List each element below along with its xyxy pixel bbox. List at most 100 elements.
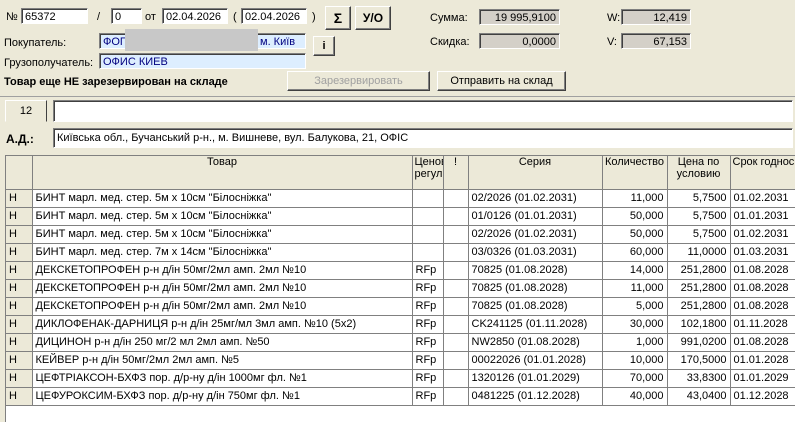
cell-price[interactable]: 251,2800 [667, 297, 731, 316]
cell-product[interactable]: БИНТ марл. мед. стер. 5м х 10см "Білосні… [32, 207, 413, 226]
doc-number-field[interactable]: 65372 [21, 8, 88, 24]
cell-price-regulation[interactable] [412, 225, 444, 244]
col-header-price-regulation[interactable]: Ценов регул [412, 156, 444, 190]
table-row[interactable]: Н ДЕКСКЕТОПРОФЕН р-н д/ін 50мг/2мл амп. 2… [6, 279, 795, 298]
cell-expiry[interactable]: 01.01.2031 [730, 207, 795, 226]
cell-flag[interactable]: Н [6, 207, 33, 226]
cell-price-regulation[interactable] [412, 207, 444, 226]
cell-price-regulation[interactable]: RFp [412, 351, 444, 370]
cell-product[interactable]: ДЕКСКЕТОПРОФЕН р-н д/ін 50мг/2мл амп. 2м… [32, 279, 413, 298]
col-header-product[interactable]: Товар [32, 156, 413, 190]
cell-price[interactable]: 5,7500 [667, 189, 731, 208]
cell-quantity[interactable]: 70,000 [602, 369, 668, 388]
cell-quantity[interactable]: 40,000 [602, 387, 668, 406]
cell-series[interactable]: 70825 (01.08.2028) [468, 261, 603, 280]
cell-flag[interactable]: Н [6, 279, 33, 298]
cell-quantity[interactable]: 1,000 [602, 333, 668, 352]
table-row[interactable]: Н БИНТ марл. мед. стер. 5м х 10см "Білосн… [6, 225, 795, 244]
table-row[interactable]: Н ДИКЛОФЕНАК-ДАРНИЦЯ р-н д/ін 25мг/мл 3мл… [6, 315, 795, 334]
cell-expiry[interactable]: 01.01.2028 [730, 351, 795, 370]
col-header-price[interactable]: Цена по условию [667, 156, 731, 190]
cell-expiry[interactable]: 01.02.2031 [730, 189, 795, 208]
col-header-quantity[interactable]: Количество [602, 156, 668, 190]
cell-series[interactable]: 1320126 (01.01.2029) [468, 369, 603, 388]
cell-expiry[interactable]: 01.11.2028 [730, 315, 795, 334]
cell-expiry[interactable]: 01.08.2028 [730, 261, 795, 280]
cell-expiry[interactable]: 01.08.2028 [730, 297, 795, 316]
cell-exclamation[interactable] [443, 189, 469, 208]
cell-series[interactable]: 00022026 (01.01.2028) [468, 351, 603, 370]
cell-product[interactable]: КЕЙВЕР р-н д/ін 50мг/2мл 2мл амп. №5 [32, 351, 413, 370]
cell-price[interactable]: 251,2800 [667, 261, 731, 280]
cell-series[interactable]: 02/2026 (01.02.2031) [468, 189, 603, 208]
cell-quantity[interactable]: 14,000 [602, 261, 668, 280]
cell-product[interactable]: ДЕКСКЕТОПРОФЕН р-н д/ін 50мг/2мл амп. 2м… [32, 297, 413, 316]
cell-price-regulation[interactable]: RFp [412, 369, 444, 388]
col-header-series[interactable]: Серия [468, 156, 603, 190]
cell-expiry[interactable]: 01.01.2029 [730, 369, 795, 388]
address-field[interactable]: Київська обл., Бучанський р-н., м. Вишне… [53, 128, 793, 148]
reserve-button[interactable]: Зарезервировать [287, 71, 430, 91]
table-row[interactable]: Н КЕЙВЕР р-н д/ін 50мг/2мл 2мл амп. №5 RFp… [6, 351, 795, 370]
cell-flag[interactable]: Н [6, 315, 33, 334]
cell-quantity[interactable]: 50,000 [602, 207, 668, 226]
table-row[interactable]: Н ЦЕФТРІАКСОН-БХФЗ пор. д/р-ну д/ін 1000м… [6, 369, 795, 388]
sigma-button[interactable]: Σ [325, 6, 351, 30]
cell-price[interactable]: 33,8300 [667, 369, 731, 388]
cell-flag[interactable]: Н [6, 261, 33, 280]
cell-exclamation[interactable] [443, 279, 469, 298]
consignee-field[interactable]: ОФИС КИЕВ [99, 53, 306, 69]
cell-flag[interactable]: Н [6, 225, 33, 244]
cell-flag[interactable]: Н [6, 297, 33, 316]
cell-price-regulation[interactable]: RFp [412, 387, 444, 406]
cell-flag[interactable]: Н [6, 243, 33, 262]
table-row[interactable]: Н ДЕКСКЕТОПРОФЕН р-н д/ін 50мг/2мл амп. 2… [6, 297, 795, 316]
cell-expiry[interactable]: 01.02.2031 [730, 225, 795, 244]
cell-price[interactable]: 5,7500 [667, 225, 731, 244]
cell-exclamation[interactable] [443, 351, 469, 370]
cell-series[interactable]: CK241125 (01.11.2028) [468, 315, 603, 334]
table-row[interactable]: Н ДЕКСКЕТОПРОФЕН р-н д/ін 50мг/2мл амп. 2… [6, 261, 795, 280]
table-row[interactable]: Н ЦЕФУРОКСИМ-БХФЗ пор. д/р-ну д/ін 750мг … [6, 387, 795, 406]
cell-quantity[interactable]: 30,000 [602, 315, 668, 334]
cell-series[interactable]: 01/0126 (01.01.2031) [468, 207, 603, 226]
cell-series[interactable]: 0481225 (01.12.2028) [468, 387, 603, 406]
cell-product[interactable]: ДИЦИНОН р-н д/ін 250 мг/2 мл 2мл амп. №5… [32, 333, 413, 352]
cell-quantity[interactable]: 50,000 [602, 225, 668, 244]
cell-product[interactable]: БИНТ марл. мед. стер. 5м х 10см "Білосні… [32, 225, 413, 244]
cell-product[interactable]: БИНТ марл. мед. стер. 5м х 10см "Білосні… [32, 189, 413, 208]
cell-price-regulation[interactable]: RFp [412, 261, 444, 280]
cell-flag[interactable]: Н [6, 333, 33, 352]
cell-exclamation[interactable] [443, 387, 469, 406]
col-header-flag[interactable] [6, 156, 33, 190]
cell-exclamation[interactable] [443, 315, 469, 334]
cell-exclamation[interactable] [443, 297, 469, 316]
cell-series[interactable]: 02/2026 (01.02.2031) [468, 225, 603, 244]
cell-exclamation[interactable] [443, 207, 469, 226]
cell-price[interactable]: 251,2800 [667, 279, 731, 298]
cell-quantity[interactable]: 11,000 [602, 279, 668, 298]
buyer-info-button[interactable]: i [313, 36, 335, 56]
cell-flag[interactable]: Н [6, 189, 33, 208]
cell-price-regulation[interactable] [412, 243, 444, 262]
cell-price-regulation[interactable]: RFp [412, 279, 444, 298]
cell-quantity[interactable]: 10,000 [602, 351, 668, 370]
cell-product[interactable]: ЦЕФТРІАКСОН-БХФЗ пор. д/р-ну д/ін 1000мг… [32, 369, 413, 388]
cell-series[interactable]: 03/0326 (01.03.2031) [468, 243, 603, 262]
cell-product[interactable]: ДИКЛОФЕНАК-ДАРНИЦЯ р-н д/ін 25мг/мл 3мл … [32, 315, 413, 334]
col-header-exclamation[interactable]: ! [443, 156, 469, 190]
cell-quantity[interactable]: 5,000 [602, 297, 668, 316]
cell-product[interactable]: БИНТ марл. мед. стер. 7м х 14см "Білосні… [32, 243, 413, 262]
uo-button[interactable]: У/О [355, 6, 391, 30]
table-row[interactable]: Н БИНТ марл. мед. стер. 5м х 10см "Білосн… [6, 207, 795, 226]
cell-exclamation[interactable] [443, 225, 469, 244]
table-row[interactable]: Н ДИЦИНОН р-н д/ін 250 мг/2 мл 2мл амп. №… [6, 333, 795, 352]
cell-series[interactable]: 70825 (01.08.2028) [468, 297, 603, 316]
table-row[interactable]: Н БИНТ марл. мед. стер. 7м х 14см "Білосн… [6, 243, 795, 262]
tab-12[interactable]: 12 [5, 100, 47, 122]
cell-price[interactable]: 5,7500 [667, 207, 731, 226]
items-grid[interactable]: Товар Ценов регул ! Серия Количество Цен… [5, 155, 795, 422]
cell-product[interactable]: ДЕКСКЕТОПРОФЕН р-н д/ін 50мг/2мл амп. 2м… [32, 261, 413, 280]
cell-price-regulation[interactable]: RFp [412, 333, 444, 352]
cell-series[interactable]: NW2850 (01.08.2028) [468, 333, 603, 352]
